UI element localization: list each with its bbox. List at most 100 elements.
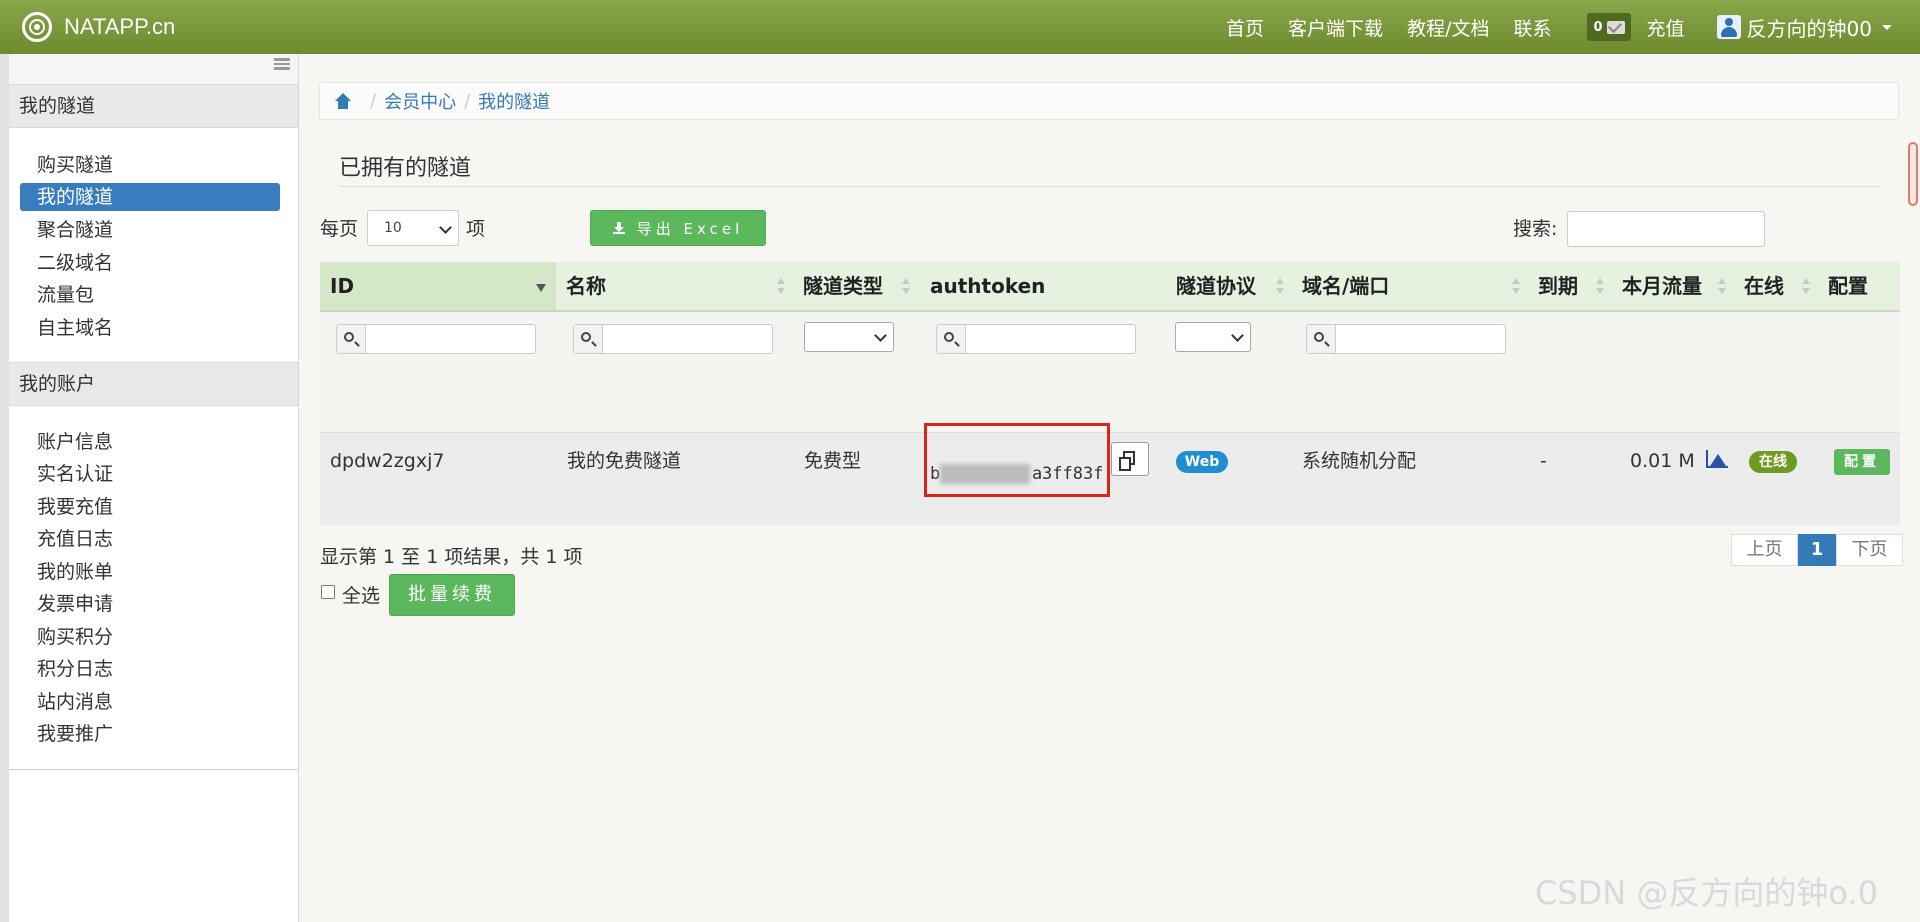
prev-page-button[interactable]: 上页 [1731, 534, 1798, 566]
per-page-label: 每页 [320, 218, 359, 240]
sidebar-item-real-name[interactable]: 实名认证 [37, 460, 113, 488]
filter-name-input[interactable] [573, 324, 773, 354]
copy-token-button[interactable] [1111, 442, 1149, 476]
row-domain: 系统随机分配 [1302, 450, 1417, 472]
sidebar-item-subdomain[interactable]: 二级域名 [37, 249, 113, 277]
sort-icon [1718, 278, 1726, 296]
row-expire: - [1540, 450, 1547, 472]
filter-protocol-select[interactable] [1175, 322, 1251, 352]
nav-home[interactable]: 首页 [1226, 14, 1264, 41]
download-icon [612, 222, 625, 234]
th-domain-label: 域名/端口 [1302, 274, 1390, 298]
filter-domain-input[interactable] [1306, 324, 1506, 354]
th-expire-label: 到期 [1538, 274, 1578, 298]
sidebar-item-account-info[interactable]: 账户信息 [37, 428, 113, 456]
result-summary: 显示第 1 至 1 项结果，共 1 项 [320, 546, 583, 568]
per-page-select[interactable]: 10 [367, 210, 459, 246]
th-domain[interactable]: 域名/端口 [1292, 262, 1528, 310]
user-icon [1716, 15, 1741, 39]
th-config-label: 配置 [1828, 274, 1868, 298]
watermark: CSDN @反方向的钟o.0 [1535, 874, 1878, 912]
th-traffic[interactable]: 本月流量 [1612, 262, 1734, 310]
search-icon [1314, 332, 1324, 342]
scrollbar[interactable] [1908, 142, 1918, 206]
filter-row [320, 312, 1900, 432]
sort-desc-icon [536, 284, 546, 292]
nav-recharge[interactable]: 充值 [1647, 14, 1685, 41]
breadcrumb-separator: / [370, 90, 377, 112]
sidebar-item-buy-tunnel[interactable]: 购买隧道 [37, 151, 113, 179]
sort-icon [902, 278, 910, 296]
sidebar-item-recharge-log[interactable]: 充值日志 [37, 525, 113, 553]
home-icon[interactable] [334, 93, 352, 109]
sidebar-item-bills[interactable]: 我的账单 [37, 558, 113, 586]
user-menu[interactable]: 反方向的钟00 [1716, 13, 1892, 42]
select-all-label: 全选 [342, 585, 381, 607]
sidebar-item-buy-points[interactable]: 购买积分 [37, 623, 113, 651]
sidebar-item-invoice[interactable]: 发票申请 [37, 590, 113, 618]
th-authtoken-label: authtoken [930, 274, 1046, 298]
th-config: 配置 [1818, 262, 1900, 310]
th-id-label: ID [330, 274, 355, 298]
th-protocol[interactable]: 隧道协议 [1166, 262, 1292, 310]
sidebar-item-recharge[interactable]: 我要充值 [37, 493, 113, 521]
th-online-label: 在线 [1744, 274, 1784, 298]
th-protocol-label: 隧道协议 [1176, 274, 1256, 298]
sidebar-item-promote[interactable]: 我要推广 [37, 720, 113, 748]
brand[interactable]: NATAPP.cn [22, 10, 175, 44]
filter-type-select[interactable] [804, 322, 894, 352]
top-navbar: NATAPP.cn 首页 客户端下载 教程/文档 联系 0 充值 反方向的钟00 [0, 0, 1920, 54]
sidebar-item-aggregate-tunnel[interactable]: 聚合隧道 [37, 216, 113, 244]
chevron-down-icon [439, 221, 452, 234]
sidebar-item-custom-domain[interactable]: 自主域名 [37, 314, 113, 342]
sidebar-item-messages[interactable]: 站内消息 [37, 688, 113, 716]
th-expire[interactable]: 到期 [1528, 262, 1612, 310]
sort-icon [1802, 278, 1810, 296]
row-type: 免费型 [804, 450, 862, 472]
next-page-button[interactable]: 下页 [1836, 534, 1903, 566]
sidebar-item-my-tunnels[interactable]: 我的隧道 [20, 183, 280, 211]
per-page-value: 10 [384, 220, 402, 236]
online-badge: 在线 [1749, 451, 1797, 473]
sidebar-item-traffic-pack[interactable]: 流量包 [37, 281, 94, 309]
sidebar-divider [9, 769, 298, 770]
sidebar-group-tunnels: 我的隧道 [9, 84, 298, 128]
th-name[interactable]: 名称 [556, 262, 793, 310]
th-online[interactable]: 在线 [1734, 262, 1818, 310]
sidebar: 我的隧道 购买隧道 我的隧道 聚合隧道 二级域名 流量包 自主域名 我的账户 账… [0, 54, 299, 922]
config-button[interactable]: 配置 [1834, 449, 1890, 475]
th-id[interactable]: ID [320, 262, 556, 310]
th-name-label: 名称 [566, 274, 606, 298]
th-type[interactable]: 隧道类型 [793, 262, 918, 310]
sort-icon [777, 278, 785, 296]
traffic-chart-icon[interactable] [1706, 450, 1728, 468]
nav-right: 首页 客户端下载 教程/文档 联系 0 充值 反方向的钟00 [1214, 0, 1920, 54]
breadcrumb-member-center[interactable]: 会员中心 [384, 88, 456, 114]
highlight-annotation [924, 423, 1110, 497]
batch-renew-button[interactable]: 批量续费 [389, 574, 515, 616]
sidebar-item-points-log[interactable]: 积分日志 [37, 655, 113, 683]
chevron-down-icon [874, 329, 887, 342]
page-title: 已拥有的隧道 [339, 156, 472, 181]
export-excel-button[interactable]: 导出 Excel [590, 210, 766, 246]
nav-download[interactable]: 客户端下载 [1288, 14, 1383, 41]
th-type-label: 隧道类型 [803, 274, 883, 298]
search-icon [581, 332, 591, 342]
menu-collapse-icon[interactable] [274, 58, 290, 70]
row-id: dpdw2zgxj7 [330, 450, 445, 472]
message-count: 0 [1593, 19, 1603, 35]
per-page-unit: 项 [466, 218, 486, 240]
natapp-logo-icon [22, 12, 52, 42]
breadcrumb: / 会员中心 / 我的隧道 [319, 82, 1899, 120]
filter-authtoken-input[interactable] [936, 324, 1136, 354]
breadcrumb-my-tunnels[interactable]: 我的隧道 [478, 88, 550, 114]
sort-icon [1276, 278, 1284, 296]
nav-docs[interactable]: 教程/文档 [1407, 14, 1489, 41]
message-button[interactable]: 0 [1587, 13, 1631, 41]
sidebar-group-account: 我的账户 [9, 362, 298, 406]
search-input[interactable] [1567, 211, 1765, 247]
filter-id-input[interactable] [336, 324, 536, 354]
page-1-button[interactable]: 1 [1798, 534, 1836, 566]
select-all-checkbox[interactable] [321, 585, 335, 599]
nav-contact[interactable]: 联系 [1513, 14, 1551, 41]
